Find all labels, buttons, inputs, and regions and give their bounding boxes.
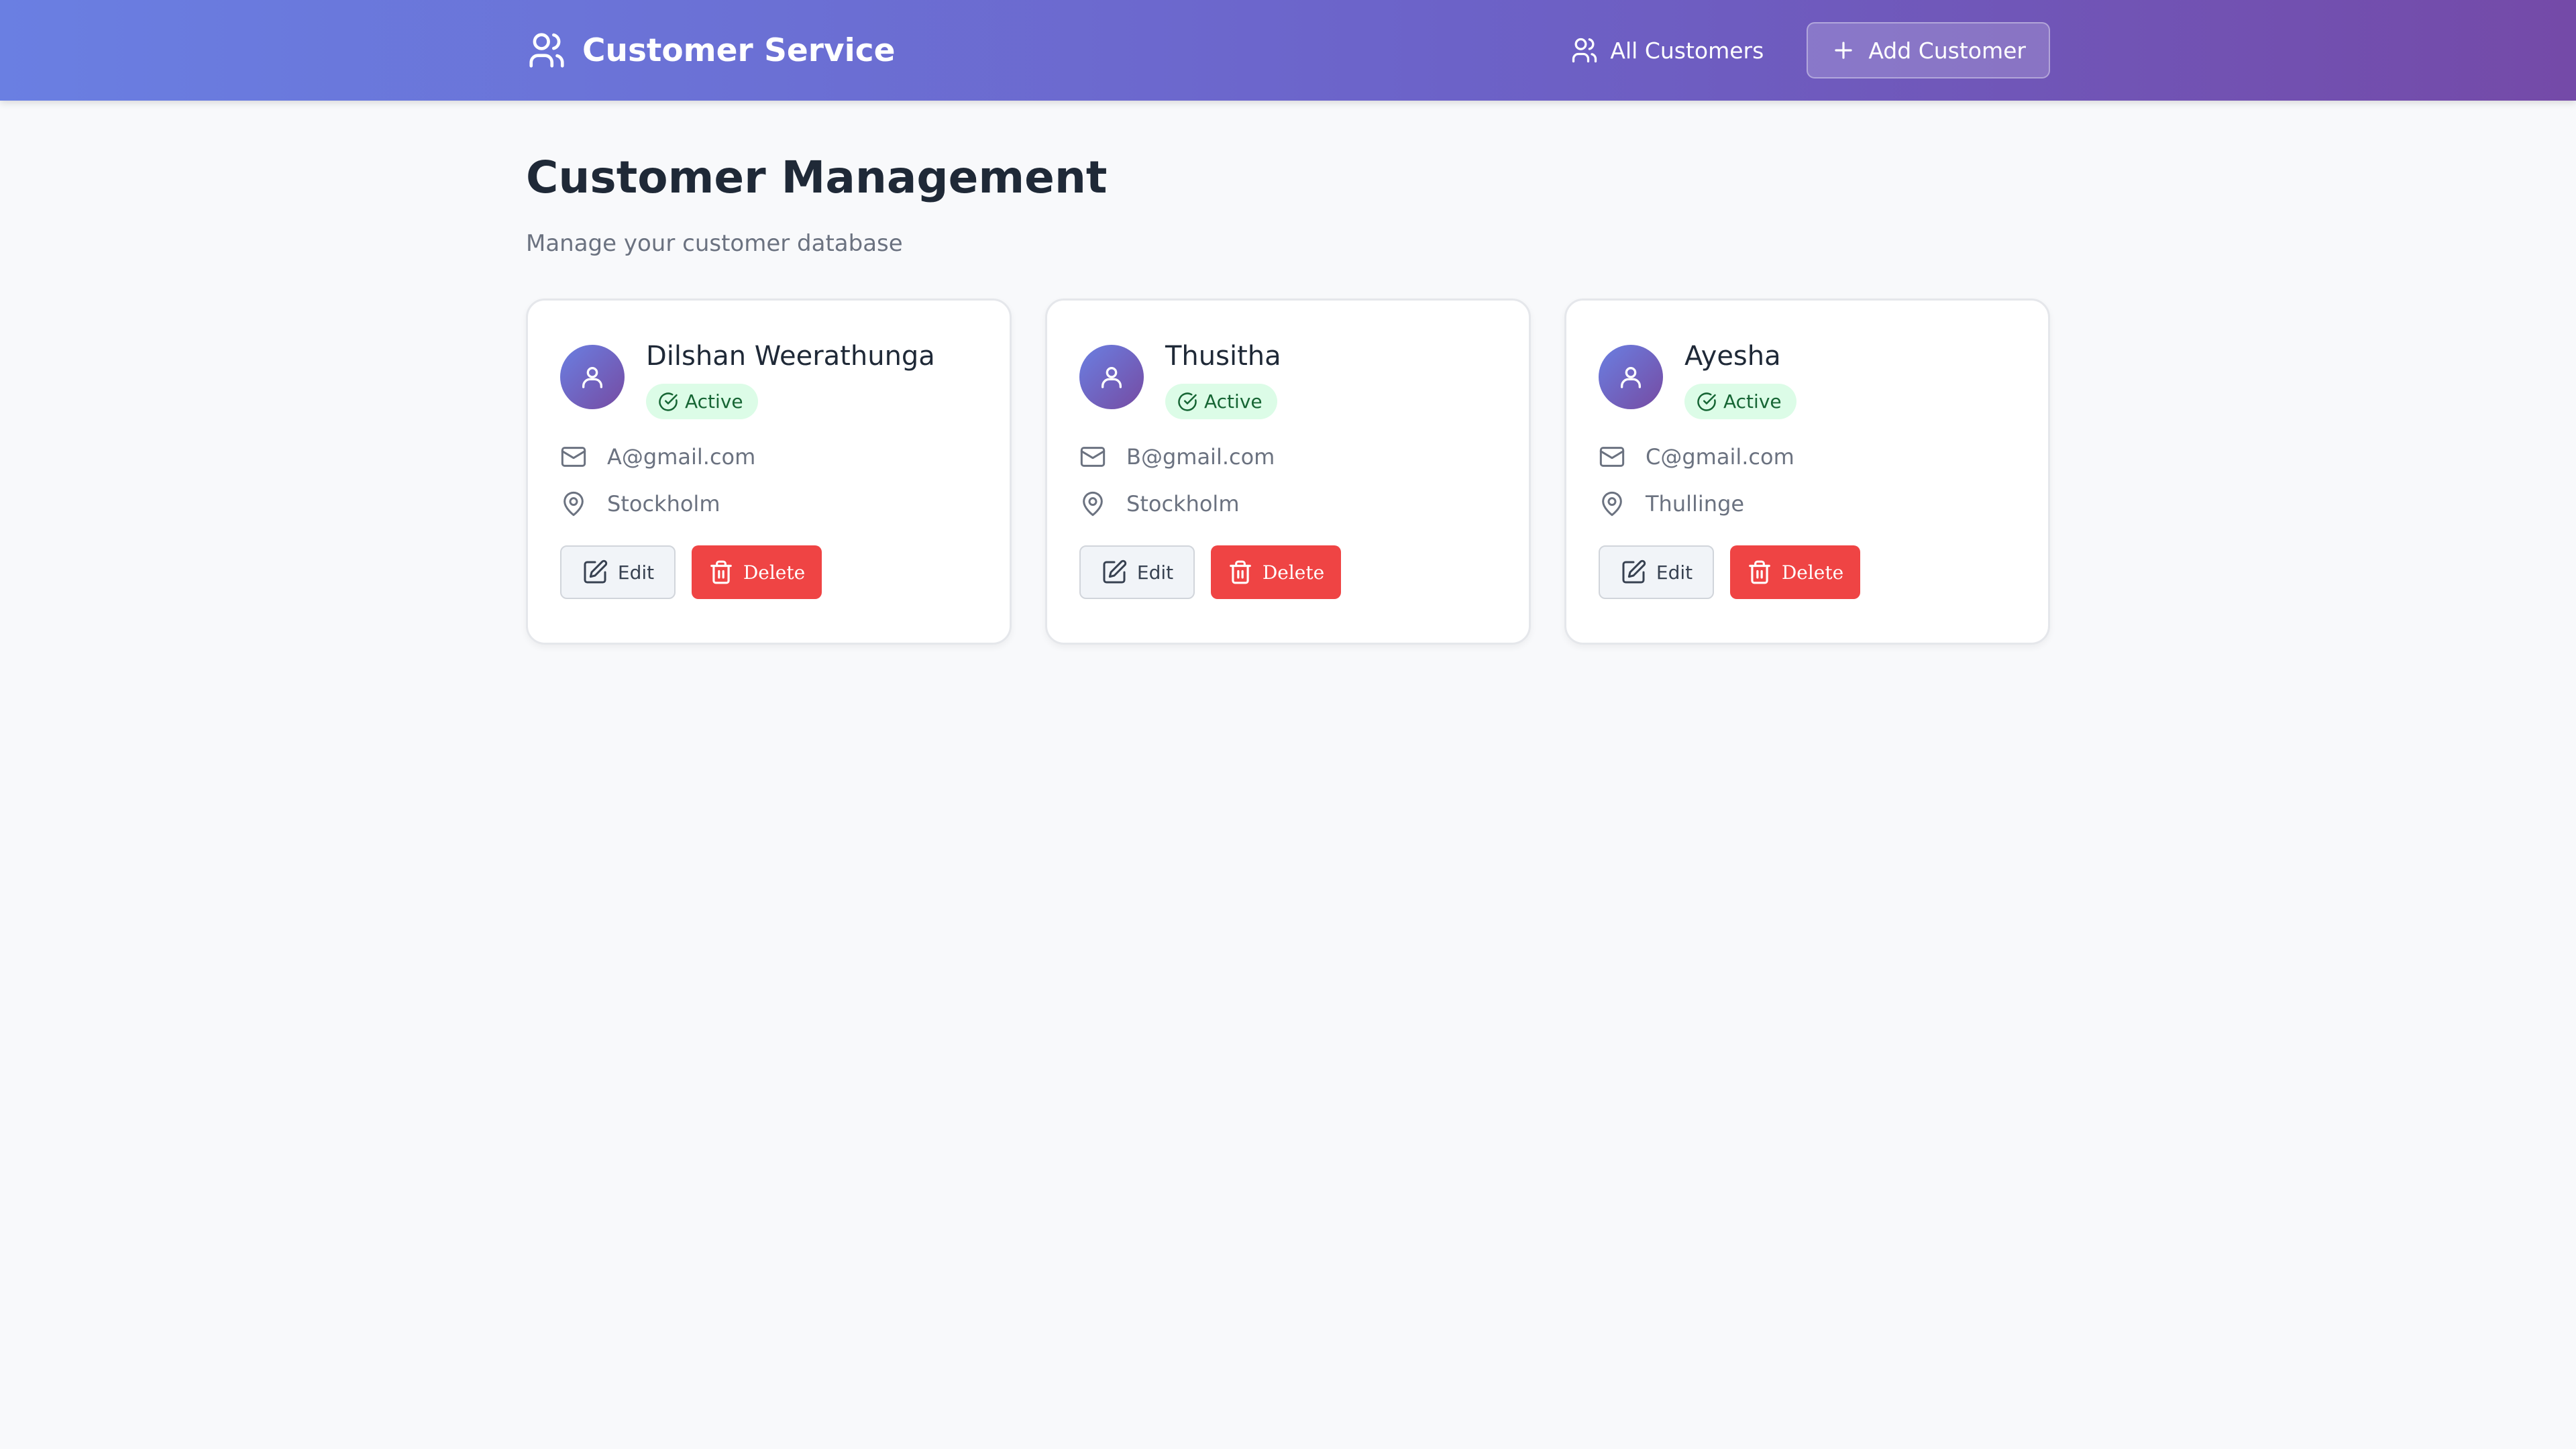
trash-icon — [708, 559, 734, 585]
edit-label: Edit — [1656, 561, 1693, 584]
add-customer-label: Add Customer — [1868, 37, 2026, 64]
page-subtitle: Manage your customer database — [526, 230, 903, 257]
delete-label: Delete — [1262, 561, 1325, 584]
delete-button[interactable]: Delete — [1730, 545, 1860, 599]
edit-icon — [1101, 559, 1128, 586]
delete-label: Delete — [1781, 561, 1844, 584]
delete-button[interactable]: Delete — [692, 545, 822, 599]
top-nav: All Customers Add Customer — [1570, 22, 2050, 78]
nav-all-customers-label: All Customers — [1610, 37, 1764, 64]
delete-button[interactable]: Delete — [1211, 545, 1341, 599]
customer-card: Ayesha Active C@gmail.com Thullinge Edit… — [1564, 299, 2050, 645]
edit-label: Edit — [1136, 561, 1174, 584]
users-icon — [526, 30, 568, 71]
customer-card-header: Thusitha Active — [1079, 341, 1497, 419]
customer-location-row: Thullinge — [1599, 490, 2016, 517]
customer-card: Dilshan Weerathunga Active A@gmail.com S… — [526, 299, 1012, 645]
map-pin-icon — [1599, 490, 1625, 517]
mail-icon — [1079, 443, 1106, 470]
plus-icon — [1831, 38, 1856, 63]
customer-email-row: C@gmail.com — [1599, 443, 2016, 470]
nav-all-customers[interactable]: All Customers — [1570, 36, 1764, 65]
customer-name: Ayesha — [1684, 341, 1781, 372]
trash-icon — [1228, 559, 1253, 585]
map-pin-icon — [1079, 490, 1106, 517]
customer-location: Stockholm — [607, 491, 720, 517]
customer-location-row: Stockholm — [1079, 490, 1497, 517]
page-title: Customer Management — [526, 152, 1108, 203]
customer-name: Dilshan Weerathunga — [646, 341, 935, 372]
status-badge: Active — [1165, 384, 1277, 419]
main-content: Customer Management Manage your customer… — [526, 152, 2050, 645]
user-icon — [1098, 364, 1125, 390]
customer-location: Thullinge — [1646, 491, 1745, 517]
user-icon — [1617, 364, 1644, 390]
add-customer-button[interactable]: Add Customer — [1807, 22, 2050, 78]
user-icon — [579, 364, 606, 390]
mail-icon — [1599, 443, 1625, 470]
check-circle-icon — [1697, 392, 1717, 412]
customer-email: B@gmail.com — [1126, 444, 1275, 470]
edit-label: Edit — [617, 561, 655, 584]
top-navbar: Customer Service All Customers Add Custo… — [0, 0, 2576, 101]
customer-email: A@gmail.com — [607, 444, 756, 470]
avatar — [1599, 345, 1663, 409]
status-badge: Active — [1684, 384, 1796, 419]
customer-card-header: Dilshan Weerathunga Active — [560, 341, 977, 419]
delete-label: Delete — [743, 561, 806, 584]
card-actions: Edit Delete — [1079, 545, 1497, 599]
customer-email: C@gmail.com — [1646, 444, 1794, 470]
customer-location-row: Stockholm — [560, 490, 977, 517]
avatar — [1079, 345, 1144, 409]
map-pin-icon — [560, 490, 587, 517]
customer-card-header: Ayesha Active — [1599, 341, 2016, 419]
edit-button[interactable]: Edit — [560, 545, 676, 599]
status-label: Active — [1723, 390, 1782, 413]
customer-email-row: A@gmail.com — [560, 443, 977, 470]
edit-icon — [582, 559, 608, 586]
app-title: Customer Service — [582, 32, 896, 69]
avatar — [560, 345, 625, 409]
trash-icon — [1747, 559, 1772, 585]
card-actions: Edit Delete — [1599, 545, 2016, 599]
edit-icon — [1620, 559, 1647, 586]
check-circle-icon — [658, 392, 678, 412]
customer-email-row: B@gmail.com — [1079, 443, 1497, 470]
card-actions: Edit Delete — [560, 545, 977, 599]
check-circle-icon — [1177, 392, 1197, 412]
customer-location: Stockholm — [1126, 491, 1240, 517]
users-icon — [1570, 36, 1599, 65]
customer-card: Thusitha Active B@gmail.com Stockholm Ed… — [1045, 299, 1531, 645]
customer-list: Dilshan Weerathunga Active A@gmail.com S… — [526, 299, 2050, 645]
edit-button[interactable]: Edit — [1079, 545, 1195, 599]
status-badge: Active — [646, 384, 758, 419]
brand[interactable]: Customer Service — [526, 30, 895, 71]
status-label: Active — [685, 390, 743, 413]
status-label: Active — [1204, 390, 1263, 413]
edit-button[interactable]: Edit — [1599, 545, 1714, 599]
mail-icon — [560, 443, 587, 470]
customer-name: Thusitha — [1165, 341, 1281, 372]
